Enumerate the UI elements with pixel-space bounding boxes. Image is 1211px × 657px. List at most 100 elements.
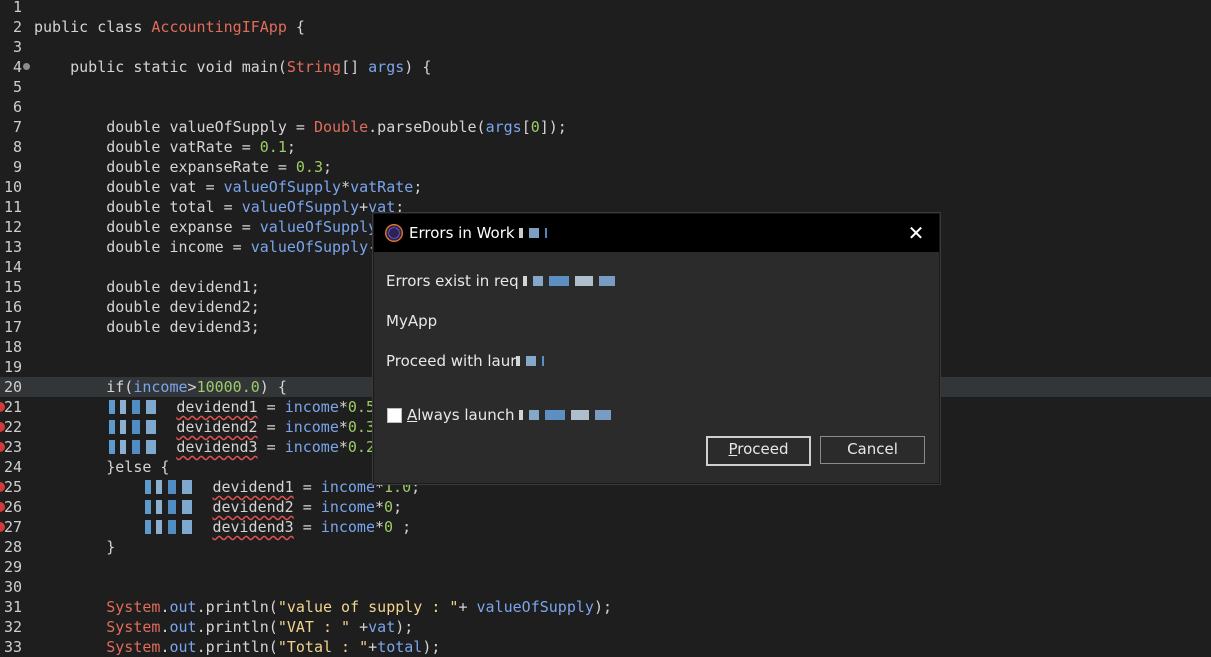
code-token: [] [341,58,369,76]
line-number: 7 [12,118,22,136]
code-token: * [375,498,385,516]
code-line[interactable]: 28 } [0,537,1211,557]
redacted-text [516,356,545,366]
code-line[interactable]: 3 [0,37,1211,57]
redacted-token [142,500,195,514]
code-token: + [350,618,369,636]
line-number: 6 [12,98,22,116]
code-line[interactable]: 1 [0,0,1211,17]
code-token: income [284,418,339,436]
code-token: "VAT : " [277,618,351,636]
code-token: double vatRate = [34,138,260,156]
code-token: vatRate [350,178,414,196]
code-line[interactable]: 27 devidend3 = income*0 ; [0,517,1211,537]
code-token: double vat = [34,178,224,196]
code-token: ]); [539,118,567,136]
line-number: 9 [12,158,22,176]
close-icon[interactable]: ✕ [903,220,929,246]
code-token: 0 [530,118,540,136]
code-token: if( [34,378,134,396]
code-token: * [375,518,385,536]
code-token: public class [34,18,152,36]
code-token: valueOfSupply [241,198,360,216]
line-number: 17 [3,318,22,336]
code-text: double expanseRate = 0.3; [34,157,332,177]
code-token: = [293,518,321,536]
code-token: 0.5 [347,398,375,416]
code-line[interactable]: 29 [0,557,1211,577]
code-token: 0 [384,518,394,536]
code-line[interactable]: 7 double valueOfSupply = Double.parseDou… [0,117,1211,137]
code-token: valueOfSupply [259,218,378,236]
line-number: 5 [12,78,22,96]
code-line[interactable]: 10 double vat = valueOfSupply*vatRate; [0,177,1211,197]
proceed-button[interactable]: Proceed [706,436,811,466]
line-number: 19 [3,358,22,376]
code-token: double expanse = [34,218,260,236]
code-token: { [286,18,305,36]
code-token: ) { [259,378,287,396]
line-number: 23 [3,438,22,456]
always-launch-checkbox[interactable] [387,408,402,423]
dialog-title: Errors in Work [409,224,548,242]
fold-toggle-icon[interactable] [23,63,30,70]
line-number: 15 [3,278,22,296]
code-token: ); [395,618,414,636]
code-token: .parseDouble( [368,118,486,136]
code-line[interactable]: 32 System.out.println("VAT : " +vat); [0,617,1211,637]
code-line[interactable]: 6 [0,97,1211,117]
line-number: 10 [3,178,22,196]
code-line[interactable]: 33 System.out.println("Total : "+total); [0,637,1211,657]
code-token: = [257,418,285,436]
line-number: 29 [3,558,22,576]
code-token: out [169,598,197,616]
code-token: income [133,378,188,396]
line-number: 16 [3,298,22,316]
code-token: AccountingIFApp [151,18,287,36]
cancel-button[interactable]: Cancel [820,436,925,464]
code-token: double income = [34,238,251,256]
code-token: 0.3 [347,418,375,436]
code-text: devidend3 = income*0 ; [34,517,411,537]
line-number: 8 [12,138,22,156]
code-token: = [293,478,321,496]
code-line[interactable]: 26 devidend2 = income*0; [0,497,1211,517]
code-token: + [458,598,477,616]
always-launch-label-text: lways launch [417,406,515,424]
code-line[interactable]: 8 double vatRate = 0.1; [0,137,1211,157]
line-number: 22 [3,418,22,436]
code-token: Double [313,118,369,136]
code-line[interactable]: 9 double expanseRate = 0.3; [0,157,1211,177]
always-launch-label[interactable]: Always launch [407,406,620,424]
code-token: * [338,398,348,416]
code-token: }else { [34,458,170,476]
code-token: devidend1 [212,478,294,496]
code-token: double valueOfSupply = [34,118,314,136]
code-line[interactable]: 5 [0,77,1211,97]
code-token: valueOfSupply [250,238,369,256]
code-token: double devidend1; [34,278,260,296]
dialog-titlebar[interactable]: Errors in Work ✕ [374,214,939,252]
code-token: [ [521,118,531,136]
code-line[interactable]: 31 System.out.println("value of supply :… [0,597,1211,617]
proceed-question-text: Proceed with laur [386,352,517,370]
code-token: income [284,398,339,416]
code-line[interactable]: 4 public static void main(String[] args)… [0,57,1211,77]
code-token: out [169,638,197,656]
code-token: income [320,478,375,496]
code-line[interactable]: 2 public class AccountingIFApp { [0,17,1211,37]
code-token: + [368,638,378,656]
code-line[interactable]: 30 [0,577,1211,597]
code-token: + [359,198,369,216]
dialog-title-text: Errors in Work [409,224,515,242]
line-number: 33 [3,638,22,656]
code-text: double total = valueOfSupply+vat; [34,197,404,217]
code-text: devidend1 = income*1.0; [34,477,420,497]
